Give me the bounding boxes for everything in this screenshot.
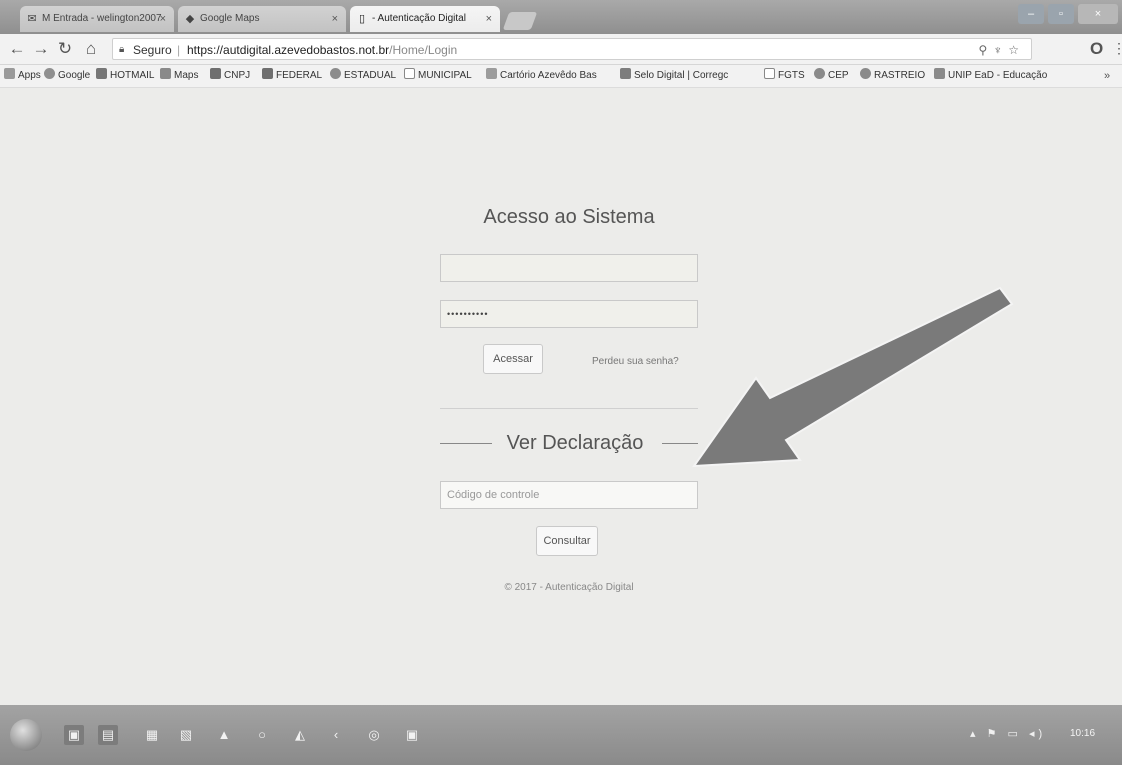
taskbar: ▣ ▤ ▦ ▧ ▲ ○ ◭ ‹ ◎ ▣ ▴ ⚑ ▭ ◂) 10:16 bbox=[0, 705, 1122, 765]
title-rule-right bbox=[662, 443, 698, 444]
taskbar-app-icon[interactable]: ◭ bbox=[290, 725, 310, 745]
consult-button[interactable]: Consultar bbox=[536, 526, 598, 556]
taskbar-app-icon[interactable]: ‹ bbox=[326, 725, 346, 745]
minimize-button[interactable]: – bbox=[1018, 4, 1044, 24]
bookmark-cep[interactable]: CEP bbox=[814, 65, 849, 87]
tab-autenticacao-digital[interactable]: ▯ - Autenticação Digital × bbox=[350, 6, 500, 32]
password-field[interactable]: •••••••••• bbox=[440, 300, 698, 328]
reload-icon[interactable]: ↻ bbox=[56, 38, 74, 60]
annotation-arrow-icon bbox=[691, 286, 1014, 468]
bookmark-maps[interactable]: Maps bbox=[160, 65, 198, 87]
zoom-icon[interactable]: ⚲ bbox=[978, 43, 993, 57]
browser-toolbar: ← → ↻ ⌂ 🔒︎ Seguro | https://autdigital.a… bbox=[0, 34, 1122, 65]
address-bar[interactable]: 🔒︎ Seguro | https://autdigital.azevedoba… bbox=[112, 38, 1032, 60]
control-code-input[interactable]: Código de controle bbox=[440, 481, 698, 509]
login-button[interactable]: Acessar bbox=[483, 344, 543, 374]
tab-strip: ✉ M Entrada - welington2007 × ◆ Google M… bbox=[0, 0, 1122, 34]
bookmark-icon bbox=[486, 68, 497, 79]
divider bbox=[440, 408, 698, 409]
bookmark-google[interactable]: Google bbox=[44, 65, 90, 87]
system-tray[interactable]: ▴ ⚑ ▭ ◂) bbox=[970, 727, 1046, 740]
bookmark-federal[interactable]: FEDERAL bbox=[262, 65, 322, 87]
star-icon[interactable]: ☆ bbox=[1008, 43, 1025, 57]
bookmarks-bar: Apps Google HOTMAIL Maps CNPJ FEDERAL ES… bbox=[0, 65, 1122, 88]
opera-extension-icon[interactable]: O bbox=[1090, 39, 1103, 59]
omnibox-actions: ⚲♆☆ bbox=[978, 39, 1025, 61]
bookmark-unip[interactable]: UNIP EaD - Educação bbox=[934, 65, 1047, 87]
lock-icon: 🔒︎ bbox=[119, 44, 125, 55]
maximize-button[interactable]: ▫ bbox=[1048, 4, 1074, 24]
hotmail-icon bbox=[96, 68, 107, 79]
taskbar-app-icon[interactable]: ○ bbox=[252, 725, 272, 745]
google-icon bbox=[44, 68, 55, 79]
taskbar-app-icon[interactable]: ◎ bbox=[364, 725, 384, 745]
bookmarks-overflow-icon[interactable]: » bbox=[1104, 65, 1110, 87]
forgot-password-link[interactable]: Perdeu sua senha? bbox=[592, 356, 679, 367]
forward-icon[interactable]: → bbox=[32, 38, 50, 60]
secure-label: Seguro bbox=[133, 43, 172, 57]
tab-close-icon[interactable]: × bbox=[332, 6, 338, 32]
url-text: https://autdigital.azevedobastos.not.br/… bbox=[187, 39, 457, 61]
page-icon: ▯ bbox=[358, 13, 366, 25]
bookmark-icon bbox=[814, 68, 825, 79]
taskbar-app-icon[interactable]: ▲ bbox=[214, 725, 234, 745]
start-button[interactable] bbox=[10, 719, 42, 751]
bookmark-hotmail[interactable]: HOTMAIL bbox=[96, 65, 154, 87]
maps-icon: ◆ bbox=[185, 13, 195, 25]
bookmark-icon bbox=[210, 68, 221, 79]
taskbar-app-icon[interactable]: ▤ bbox=[98, 725, 118, 745]
username-field[interactable] bbox=[440, 254, 698, 282]
bookmark-icon bbox=[860, 68, 871, 79]
taskbar-clock[interactable]: 10:16 bbox=[1070, 728, 1095, 739]
taskbar-app-icon[interactable]: ▦ bbox=[142, 725, 162, 745]
tab-google-maps[interactable]: ◆ Google Maps × bbox=[178, 6, 346, 32]
bookmark-estadual[interactable]: ESTADUAL bbox=[330, 65, 396, 87]
apps-icon bbox=[4, 68, 15, 79]
extension-icon[interactable]: ♆ bbox=[993, 43, 1008, 57]
bookmark-icon bbox=[262, 68, 273, 79]
bookmark-icon bbox=[934, 68, 945, 79]
bookmark-apps[interactable]: Apps bbox=[4, 65, 41, 87]
bookmark-cnpj[interactable]: CNPJ bbox=[210, 65, 250, 87]
tab-label: - Autenticação Digital bbox=[372, 13, 466, 24]
back-icon[interactable]: ← bbox=[8, 38, 26, 60]
bookmark-fgts[interactable]: FGTS bbox=[764, 65, 805, 87]
url-host: https://autdigital.azevedobastos.not.br bbox=[187, 43, 390, 57]
bookmark-icon bbox=[620, 68, 631, 79]
maps-icon bbox=[160, 68, 171, 79]
url-path: /Home/Login bbox=[389, 43, 458, 57]
tab-close-icon[interactable]: × bbox=[160, 6, 166, 32]
page-icon bbox=[764, 68, 775, 79]
bookmark-rastreio[interactable]: RASTREIO bbox=[860, 65, 925, 87]
taskbar-app-icon[interactable]: ▧ bbox=[176, 725, 196, 745]
bookmark-cartorio[interactable]: Cartório Azevêdo Bas bbox=[486, 65, 597, 87]
declaration-title: Ver Declaração bbox=[506, 432, 644, 454]
bookmark-selo-digital[interactable]: Selo Digital | Corregc bbox=[620, 65, 728, 87]
close-window-button[interactable]: × bbox=[1078, 4, 1118, 24]
menu-icon[interactable]: ⋮ bbox=[1112, 40, 1122, 57]
tab-close-icon[interactable]: × bbox=[486, 6, 492, 32]
page-icon bbox=[404, 68, 415, 79]
home-icon[interactable]: ⌂ bbox=[82, 38, 100, 60]
title-rule-left bbox=[440, 443, 492, 444]
gmail-icon: ✉ bbox=[27, 13, 37, 25]
taskbar-app-icon[interactable]: ▣ bbox=[402, 725, 422, 745]
bookmark-icon bbox=[330, 68, 341, 79]
bookmark-municipal[interactable]: MUNICIPAL bbox=[404, 65, 472, 87]
new-tab-button[interactable] bbox=[502, 12, 538, 30]
tab-label: M Entrada - welington2007 bbox=[42, 13, 162, 24]
page-footer: © 2017 - Autenticação Digital bbox=[504, 582, 634, 593]
taskbar-app-icon[interactable]: ▣ bbox=[64, 725, 84, 745]
login-title: Acesso ao Sistema bbox=[483, 206, 655, 228]
page-content: Acesso ao Sistema •••••••••• Acessar Per… bbox=[0, 88, 1122, 705]
tab-label: Google Maps bbox=[200, 13, 260, 24]
tab-gmail[interactable]: ✉ M Entrada - welington2007 × bbox=[20, 6, 174, 32]
